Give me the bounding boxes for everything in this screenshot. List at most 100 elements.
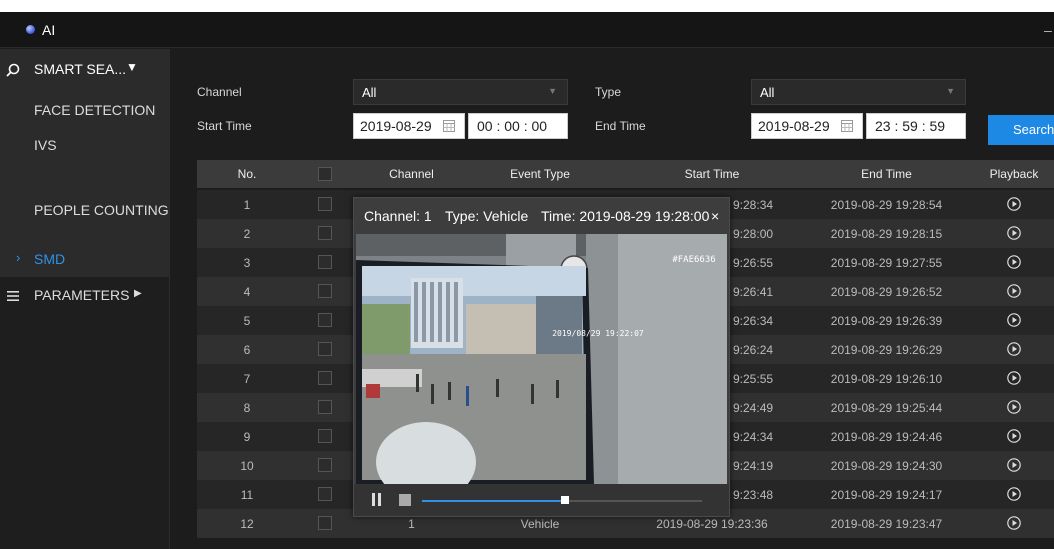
pause-button[interactable] bbox=[372, 493, 382, 506]
cell-start-time: 9:24:49 bbox=[733, 401, 774, 415]
table-header: No. Channel Event Type Start Time End Ti… bbox=[197, 160, 1054, 188]
cell-end-time: 2019-08-29 19:24:46 bbox=[830, 430, 943, 444]
sidebar-item-face-detection[interactable]: FACE DETECTION bbox=[0, 89, 170, 129]
sidebar-item-label: IVS bbox=[34, 137, 57, 153]
search-icon bbox=[6, 63, 20, 77]
play-icon[interactable] bbox=[1007, 371, 1021, 385]
progress-fill bbox=[422, 500, 565, 502]
cell-end-time: 2019-08-29 19:27:55 bbox=[830, 256, 943, 270]
col-end-time: End Time bbox=[861, 167, 912, 181]
row-checkbox[interactable] bbox=[318, 516, 332, 530]
row-checkbox[interactable] bbox=[318, 284, 332, 298]
cell-start-time: 9:26:55 bbox=[733, 256, 774, 270]
cell-no: 10 bbox=[240, 459, 254, 473]
play-icon[interactable] bbox=[1007, 458, 1021, 472]
cell-end-time: 2019-08-29 19:24:30 bbox=[830, 459, 943, 473]
cell-no: 7 bbox=[243, 372, 251, 386]
cell-no: 12 bbox=[240, 517, 254, 531]
cell-start-time: 9:23:48 bbox=[733, 488, 774, 502]
sidebar-item-smd[interactable]: › SMD bbox=[0, 239, 170, 277]
play-icon[interactable] bbox=[1007, 429, 1021, 443]
play-icon[interactable] bbox=[1007, 342, 1021, 356]
row-checkbox[interactable] bbox=[318, 197, 332, 211]
play-icon[interactable] bbox=[1007, 255, 1021, 269]
title-bar: AI – bbox=[0, 12, 1054, 48]
cell-end-time: 2019-08-29 19:28:15 bbox=[830, 227, 943, 241]
row-checkbox[interactable] bbox=[318, 226, 332, 240]
cell-end-time: 2019-08-29 19:26:10 bbox=[830, 372, 943, 386]
start-date-value: 2019-08-29 bbox=[360, 118, 432, 134]
row-checkbox[interactable] bbox=[318, 487, 332, 501]
row-checkbox[interactable] bbox=[318, 313, 332, 327]
dropdown-arrow-icon: ▼ bbox=[946, 86, 955, 96]
end-date-field[interactable]: 2019-08-29 bbox=[751, 113, 863, 139]
start-date-field[interactable]: 2019-08-29 bbox=[353, 113, 465, 139]
sidebar-item-label: PARAMETERS bbox=[34, 287, 130, 303]
end-date-value: 2019-08-29 bbox=[758, 118, 830, 134]
cell-no: 2 bbox=[243, 227, 251, 241]
sidebar-item-smart-search[interactable]: SMART SEA... ▼ bbox=[0, 49, 170, 89]
col-playback: Playback bbox=[989, 167, 1039, 181]
sidebar-item-label: SMD bbox=[34, 251, 66, 267]
calendar-icon[interactable] bbox=[443, 120, 455, 132]
type-label: Type bbox=[595, 85, 622, 99]
minimize-button[interactable]: – bbox=[1044, 22, 1052, 38]
type-select[interactable]: All ▼ bbox=[751, 79, 966, 105]
popup-header: Channel: 1 Type: Vehicle Time: 2019-08-2… bbox=[354, 198, 729, 234]
play-icon[interactable] bbox=[1007, 487, 1021, 501]
cell-start-time: 9:26:34 bbox=[733, 314, 774, 328]
play-icon[interactable] bbox=[1007, 284, 1021, 298]
video-overlay-id: #FAE6636 bbox=[672, 255, 715, 265]
playback-controls bbox=[354, 484, 729, 516]
stop-button[interactable] bbox=[399, 494, 411, 506]
cell-start-time: 9:24:34 bbox=[733, 430, 774, 444]
end-time-field[interactable]: 23 : 59 : 59 bbox=[866, 113, 966, 139]
search-button[interactable]: Search bbox=[988, 115, 1054, 145]
caret-down-icon: ▼ bbox=[126, 60, 138, 74]
end-time-label: End Time bbox=[595, 119, 646, 133]
sidebar-item-people-counting[interactable]: PEOPLE COUNTING bbox=[0, 169, 170, 239]
cell-start-time: 2019-08-29 19:23:36 bbox=[656, 517, 768, 531]
menu-icon bbox=[7, 291, 19, 301]
type-select-value: All bbox=[760, 85, 775, 100]
row-checkbox[interactable] bbox=[318, 342, 332, 356]
play-icon[interactable] bbox=[1007, 516, 1021, 530]
col-no: No. bbox=[237, 167, 257, 181]
play-icon[interactable] bbox=[1007, 197, 1021, 211]
cell-start-time: 9:25:55 bbox=[733, 372, 774, 386]
row-checkbox[interactable] bbox=[318, 400, 332, 414]
cell-no: 11 bbox=[240, 488, 254, 502]
col-channel: Channel bbox=[389, 167, 434, 181]
chevron-right-icon: › bbox=[16, 250, 21, 265]
row-checkbox[interactable] bbox=[318, 371, 332, 385]
channel-label: Channel bbox=[197, 85, 242, 99]
channel-select[interactable]: All ▼ bbox=[353, 79, 568, 105]
video-overlay-timestamp: 2019/08/29 19:22:07 bbox=[552, 329, 644, 338]
sidebar-item-label: SMART SEA... bbox=[34, 61, 127, 77]
row-checkbox[interactable] bbox=[318, 255, 332, 269]
channel-select-value: All bbox=[362, 85, 377, 100]
sidebar: SMART SEA... ▼ FACE DETECTION IVS PEOPLE… bbox=[0, 49, 170, 549]
end-time-value: 23 : 59 : 59 bbox=[875, 118, 946, 134]
cell-no: 1 bbox=[243, 198, 251, 212]
sidebar-item-parameters[interactable]: PARAMETERS ▶ bbox=[0, 277, 170, 315]
cell-no: 4 bbox=[243, 285, 251, 299]
close-icon[interactable]: × bbox=[711, 208, 719, 224]
playback-popup: Channel: 1 Type: Vehicle Time: 2019-08-2… bbox=[353, 197, 730, 517]
caret-right-icon: ▶ bbox=[134, 288, 142, 299]
sidebar-item-ivs[interactable]: IVS bbox=[0, 129, 170, 169]
select-all-checkbox[interactable] bbox=[318, 167, 332, 181]
play-icon[interactable] bbox=[1007, 226, 1021, 240]
calendar-icon[interactable] bbox=[841, 120, 853, 132]
play-icon[interactable] bbox=[1007, 400, 1021, 414]
row-checkbox[interactable] bbox=[318, 429, 332, 443]
start-time-field[interactable]: 00 : 00 : 00 bbox=[468, 113, 568, 139]
row-checkbox[interactable] bbox=[318, 458, 332, 472]
play-icon[interactable] bbox=[1007, 313, 1021, 327]
cell-end-time: 2019-08-29 19:25:44 bbox=[830, 401, 943, 415]
progress-handle[interactable] bbox=[560, 496, 569, 504]
col-start-time: Start Time bbox=[684, 167, 740, 181]
dropdown-arrow-icon: ▼ bbox=[548, 86, 557, 96]
cell-no: 5 bbox=[243, 314, 251, 328]
video-player[interactable]: #FAE6636 2019/08/29 19:22:07 bbox=[356, 234, 727, 484]
